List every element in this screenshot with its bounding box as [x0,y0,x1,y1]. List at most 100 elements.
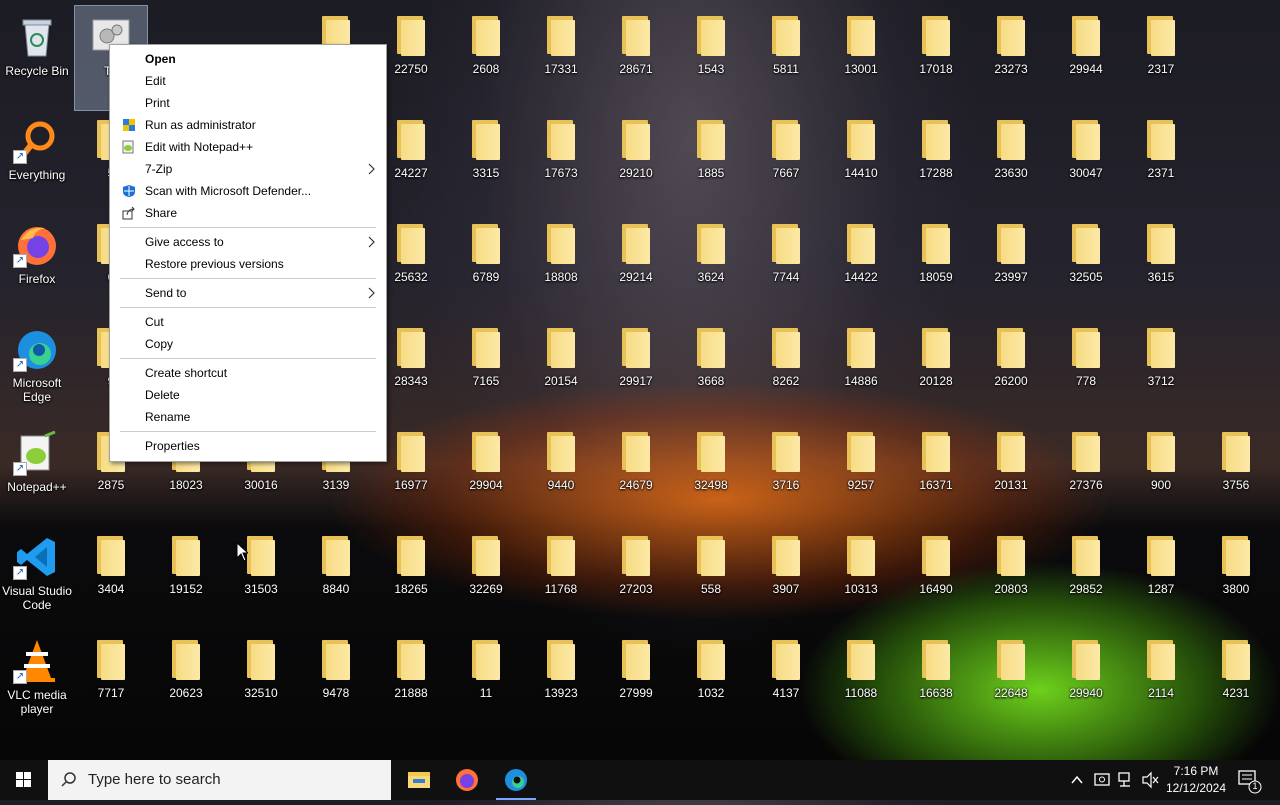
desktop-folder[interactable]: 20154 [525,318,597,422]
desktop-shortcut-everything[interactable]: ↗ Everything [1,110,73,214]
menu-item-cut[interactable]: Cut [112,311,384,333]
desktop-folder[interactable]: 16638 [900,630,972,734]
desktop-folder[interactable]: 32505 [1050,214,1122,318]
desktop-folder[interactable]: 778 [1050,318,1122,422]
tray-overflow-button[interactable] [1068,760,1086,800]
desktop-folder[interactable]: 2371 [1125,110,1197,214]
desktop-folder[interactable]: 13923 [525,630,597,734]
desktop-folder[interactable]: 1543 [675,6,747,110]
desktop-folder[interactable]: 4137 [750,630,822,734]
desktop-folder[interactable]: 20131 [975,422,1047,526]
desktop-folder[interactable]: 14886 [825,318,897,422]
desktop-folder[interactable]: 14422 [825,214,897,318]
desktop-folder[interactable]: 3712 [1125,318,1197,422]
start-button[interactable] [0,760,48,800]
desktop-folder[interactable]: 2114 [1125,630,1197,734]
desktop-folder[interactable]: 21888 [375,630,447,734]
desktop-shortcut-visual-studio-code[interactable]: ↗ Visual Studio Code [1,526,73,630]
menu-item-properties[interactable]: Properties [112,435,384,457]
desktop-folder[interactable]: 2608 [450,6,522,110]
desktop-shortcut-notepad-[interactable]: ↗ Notepad++ [1,422,73,526]
menu-item-rename[interactable]: Rename [112,406,384,428]
desktop-folder[interactable]: 16371 [900,422,972,526]
desktop-folder[interactable]: 9440 [525,422,597,526]
desktop-folder[interactable]: 27203 [600,526,672,630]
taskbar-search-box[interactable]: Type here to search [48,760,391,800]
desktop-folder[interactable]: 7667 [750,110,822,214]
taskbar-edge[interactable] [492,760,540,800]
desktop-folder[interactable]: 900 [1125,422,1197,526]
desktop-folder[interactable]: 32498 [675,422,747,526]
desktop-folder[interactable]: 9257 [825,422,897,526]
desktop-folder[interactable]: 28671 [600,6,672,110]
taskbar-clock[interactable]: 7:16 PM 12/12/2024 [1160,763,1232,797]
menu-item-print[interactable]: Print [112,92,384,114]
desktop-folder[interactable]: 4231 [1200,630,1272,734]
desktop-folder[interactable]: 23630 [975,110,1047,214]
menu-item-copy[interactable]: Copy [112,333,384,355]
desktop-folder[interactable]: 29944 [1050,6,1122,110]
desktop-folder[interactable]: 3668 [675,318,747,422]
desktop-folder[interactable]: 17018 [900,6,972,110]
desktop-folder[interactable]: 23273 [975,6,1047,110]
desktop-folder[interactable]: 3756 [1200,422,1272,526]
desktop-folder[interactable]: 10313 [825,526,897,630]
desktop-folder[interactable]: 18808 [525,214,597,318]
menu-item-give-access-to[interactable]: Give access to [112,231,384,253]
desktop-folder[interactable]: 20623 [150,630,222,734]
desktop-folder[interactable]: 7165 [450,318,522,422]
menu-item-scan-with-microsoft-defender[interactable]: Scan with Microsoft Defender... [112,180,384,202]
tray-network[interactable] [1116,760,1136,800]
desktop-folder[interactable]: 3404 [75,526,147,630]
desktop-folder[interactable]: 16490 [900,526,972,630]
desktop-folder[interactable]: 14410 [825,110,897,214]
desktop-shortcut-vlc-media-player[interactable]: ↗ VLC media player [1,630,73,734]
desktop-shortcut-microsoft-edge[interactable]: ↗ Microsoft Edge [1,318,73,422]
menu-item-open[interactable]: Open [112,48,384,70]
menu-item-restore-previous-versions[interactable]: Restore previous versions [112,253,384,275]
desktop-folder[interactable]: 29210 [600,110,672,214]
action-center-button[interactable]: 1 [1236,760,1264,800]
desktop-folder[interactable]: 3907 [750,526,822,630]
desktop-folder[interactable]: 29940 [1050,630,1122,734]
desktop-folder[interactable]: 1032 [675,630,747,734]
taskbar-firefox[interactable] [443,760,491,800]
taskbar-file-explorer[interactable] [395,760,443,800]
desktop-folder[interactable]: 22648 [975,630,1047,734]
desktop-folder[interactable]: 8262 [750,318,822,422]
desktop-folder[interactable]: 27999 [600,630,672,734]
desktop-folder[interactable]: 11768 [525,526,597,630]
desktop-folder[interactable]: 30047 [1050,110,1122,214]
menu-item-edit[interactable]: Edit [112,70,384,92]
desktop-folder[interactable]: 6789 [450,214,522,318]
desktop-folder[interactable]: 17673 [525,110,597,214]
desktop-folder[interactable]: 27376 [1050,422,1122,526]
menu-item-edit-with-notepad[interactable]: Edit with Notepad++ [112,136,384,158]
desktop-folder[interactable]: 558 [675,526,747,630]
desktop-folder[interactable]: 3716 [750,422,822,526]
desktop-folder[interactable]: 20128 [900,318,972,422]
desktop-folder[interactable]: 3624 [675,214,747,318]
desktop-folder[interactable]: 8840 [300,526,372,630]
desktop-folder[interactable]: 1287 [1125,526,1197,630]
desktop-folder[interactable]: 11 [450,630,522,734]
desktop-folder[interactable]: 7717 [75,630,147,734]
desktop-folder[interactable]: 3315 [450,110,522,214]
desktop-folder[interactable]: 11088 [825,630,897,734]
desktop-folder[interactable]: 9478 [300,630,372,734]
desktop-shortcut-firefox[interactable]: ↗ Firefox [1,214,73,318]
desktop-folder[interactable]: 23997 [975,214,1047,318]
tray-volume[interactable] [1140,760,1160,800]
desktop-folder[interactable]: 18265 [375,526,447,630]
desktop-folder[interactable]: 5811 [750,6,822,110]
menu-item-run-as-administrator[interactable]: Run as administrator [112,114,384,136]
menu-item-share[interactable]: Share [112,202,384,224]
desktop-folder[interactable]: 3800 [1200,526,1272,630]
tray-app-icon[interactable] [1092,760,1112,800]
desktop-folder[interactable]: 17288 [900,110,972,214]
desktop-folder[interactable]: 2317 [1125,6,1197,110]
menu-item-create-shortcut[interactable]: Create shortcut [112,362,384,384]
desktop-folder[interactable]: 19152 [150,526,222,630]
desktop-folder[interactable]: 26200 [975,318,1047,422]
desktop-folder[interactable]: 29214 [600,214,672,318]
